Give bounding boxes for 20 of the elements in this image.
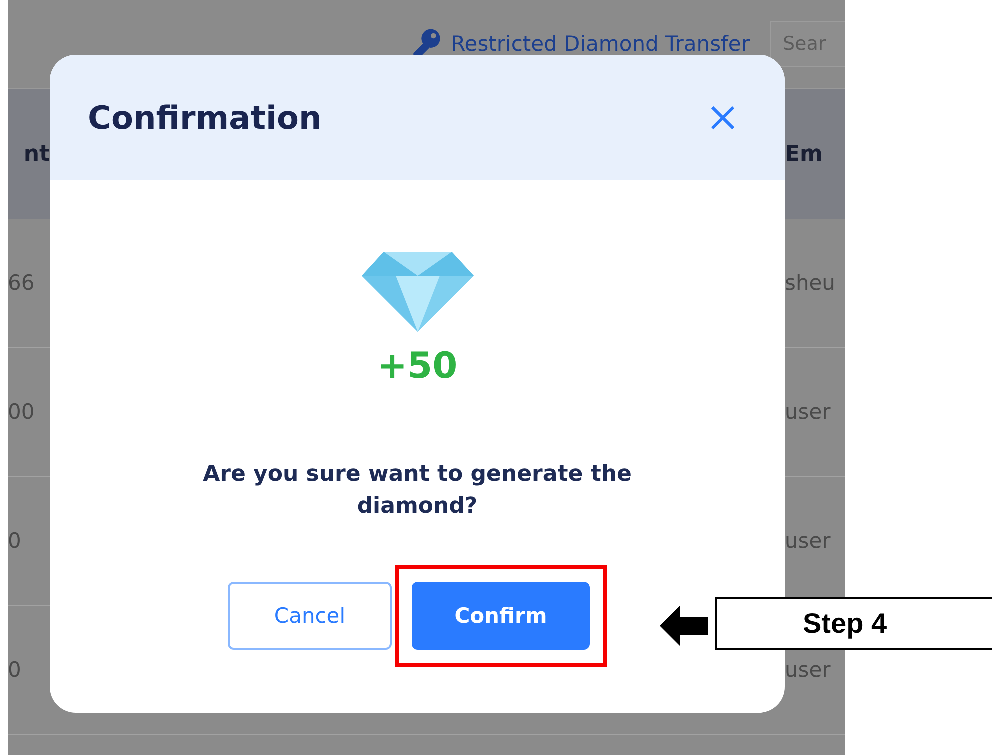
arrow-icon: [660, 606, 708, 646]
table-cell-text: user: [785, 529, 832, 553]
close-icon[interactable]: [709, 104, 737, 132]
step-label: Step 4: [715, 597, 992, 650]
table-cell-text: user: [785, 400, 832, 424]
dialog-title: Confirmation: [88, 98, 322, 136]
column-header: nt: [22, 142, 50, 166]
table-cell-text: 0: [8, 658, 22, 682]
cancel-button[interactable]: Cancel: [228, 582, 392, 650]
table-cell-text: user: [785, 658, 832, 682]
table-cell-text: sheu: [785, 271, 836, 295]
confirm-button[interactable]: Confirm: [412, 582, 590, 650]
amount-text: +50: [377, 346, 458, 387]
diamond-icon: [362, 250, 474, 332]
message-text: Are you sure want to generate the diamond?: [202, 461, 633, 521]
table-cell-text: 66: [8, 271, 36, 295]
restricted-transfer-link[interactable]: Restricted Diamond Transfer: [451, 32, 750, 56]
table-cell-text: 0: [8, 529, 22, 553]
table-cell-text: 00: [8, 400, 36, 424]
column-header: Em: [785, 142, 824, 166]
